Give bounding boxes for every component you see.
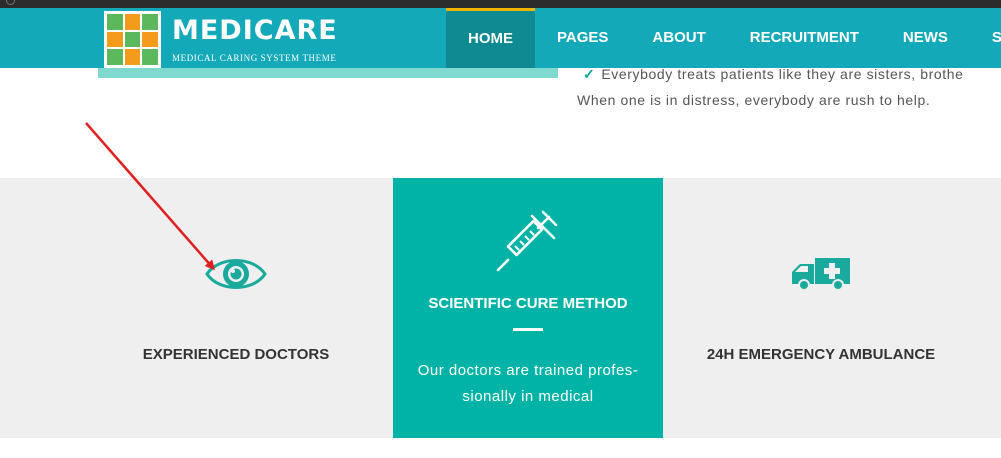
logo-cell: [107, 14, 123, 30]
content-line-2: When one is in distress, everybody are r…: [577, 92, 931, 108]
site-header: MEDICARE MEDICAL CARING SYSTEM THEME HOM…: [0, 8, 1001, 68]
logo-cell: [142, 14, 158, 30]
logo-cell: [124, 31, 141, 48]
feature-title: 24H EMERGENCY AMBULANCE: [706, 346, 936, 363]
highlight-bar: [98, 68, 558, 78]
content-line-1: ✓ Everybody treats patients like they are…: [583, 66, 964, 83]
nav-home[interactable]: HOME: [446, 8, 535, 68]
nav-se-truncated[interactable]: SE: [970, 8, 1001, 68]
feature-description-line: Our doctors are trained profes-: [417, 362, 639, 379]
feature-emergency-ambulance[interactable]: 24H EMERGENCY AMBULANCE: [663, 178, 979, 438]
nav-recruitment[interactable]: RECRUITMENT: [728, 8, 881, 68]
eye-icon: [205, 254, 267, 299]
check-icon: ✓: [583, 66, 596, 82]
nav-about[interactable]: ABOUT: [630, 8, 727, 68]
ambulance-icon: [790, 256, 852, 297]
logo-cell: [142, 31, 158, 48]
feature-scientific-cure-method[interactable]: SCIENTIFIC CURE METHOD Our doctors are t…: [393, 178, 663, 438]
brand-tagline: MEDICAL CARING SYSTEM THEME: [172, 53, 337, 63]
logo-cell: [107, 31, 123, 48]
brand-name[interactable]: MEDICARE: [172, 16, 338, 46]
logo-cell: [124, 14, 141, 30]
features-section: EXPERIENCED DOCTORS SCIENTIFIC CURE METH…: [0, 178, 1001, 438]
content-line-1-text: Everybody treats patients like they are …: [601, 66, 964, 82]
title-divider: [513, 328, 543, 331]
circle-icon: [6, 0, 15, 5]
logo-grid-icon[interactable]: [104, 11, 161, 68]
feature-title: SCIENTIFIC CURE METHOD: [428, 295, 628, 312]
nav-pages[interactable]: PAGES: [535, 8, 630, 68]
logo-cell: [124, 49, 141, 65]
browser-top-strip: [0, 0, 1001, 8]
feature-experienced-doctors[interactable]: EXPERIENCED DOCTORS: [80, 178, 392, 438]
feature-description-line: sionally in medical: [462, 388, 594, 405]
logo-cell: [107, 49, 123, 65]
feature-title: EXPERIENCED DOCTORS: [142, 346, 330, 363]
nav-news[interactable]: NEWS: [881, 8, 970, 68]
logo-cell: [142, 49, 158, 65]
main-nav: HOME PAGES ABOUT RECRUITMENT NEWS SE: [446, 8, 1001, 68]
syringe-icon: [496, 208, 560, 277]
feature-description: Our doctors are trained profes- sionally…: [393, 358, 663, 410]
